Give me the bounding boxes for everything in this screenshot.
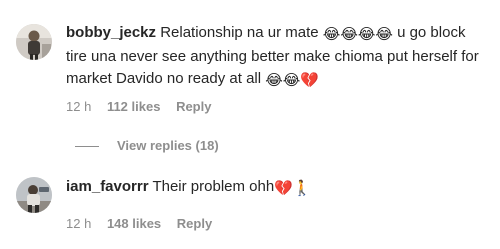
comment-likes[interactable]: 148 likes bbox=[107, 216, 161, 231]
comment-item: iam_favorrr Their problem ohh💔🚶 12 h 148… bbox=[0, 165, 500, 249]
comment-username[interactable]: bobby_jeckz bbox=[66, 24, 156, 41]
laughing-emoji-icon: 😂😂😂😂 bbox=[322, 26, 393, 43]
avatar[interactable] bbox=[16, 24, 52, 60]
comment-timestamp: 12 h bbox=[66, 99, 92, 114]
comment-text: Their problem ohh bbox=[152, 178, 275, 195]
reply-button[interactable]: Reply bbox=[176, 99, 211, 114]
user-avatar-image bbox=[16, 177, 52, 213]
view-replies-button[interactable]: View replies (18) bbox=[75, 137, 219, 155]
comment-meta: 12 h 148 likes Reply bbox=[66, 216, 224, 232]
avatar[interactable] bbox=[16, 177, 52, 213]
comment-body: bobby_jeckz Relationship na ur mate 😂😂😂😂… bbox=[66, 22, 486, 92]
broken-heart-walking-emoji-icon: 💔🚶 bbox=[274, 180, 312, 197]
view-replies-label: View replies (18) bbox=[117, 138, 219, 153]
comment-username[interactable]: iam_favorrr bbox=[66, 178, 149, 195]
comment-likes[interactable]: 112 likes bbox=[107, 99, 161, 114]
comment-body: iam_favorrr Their problem ohh💔🚶 bbox=[66, 176, 486, 200]
reply-button[interactable]: Reply bbox=[177, 216, 212, 231]
user-avatar-image bbox=[16, 24, 52, 60]
laughing-broken-heart-emoji-icon: 😂😂💔 bbox=[265, 72, 319, 89]
divider-line bbox=[75, 146, 99, 148]
comment-text: Relationship na ur mate bbox=[160, 24, 323, 41]
comment-meta: 12 h 112 likes Reply bbox=[66, 99, 223, 115]
comment-timestamp: 12 h bbox=[66, 216, 92, 231]
comment-item: bobby_jeckz Relationship na ur mate 😂😂😂😂… bbox=[0, 0, 500, 130]
